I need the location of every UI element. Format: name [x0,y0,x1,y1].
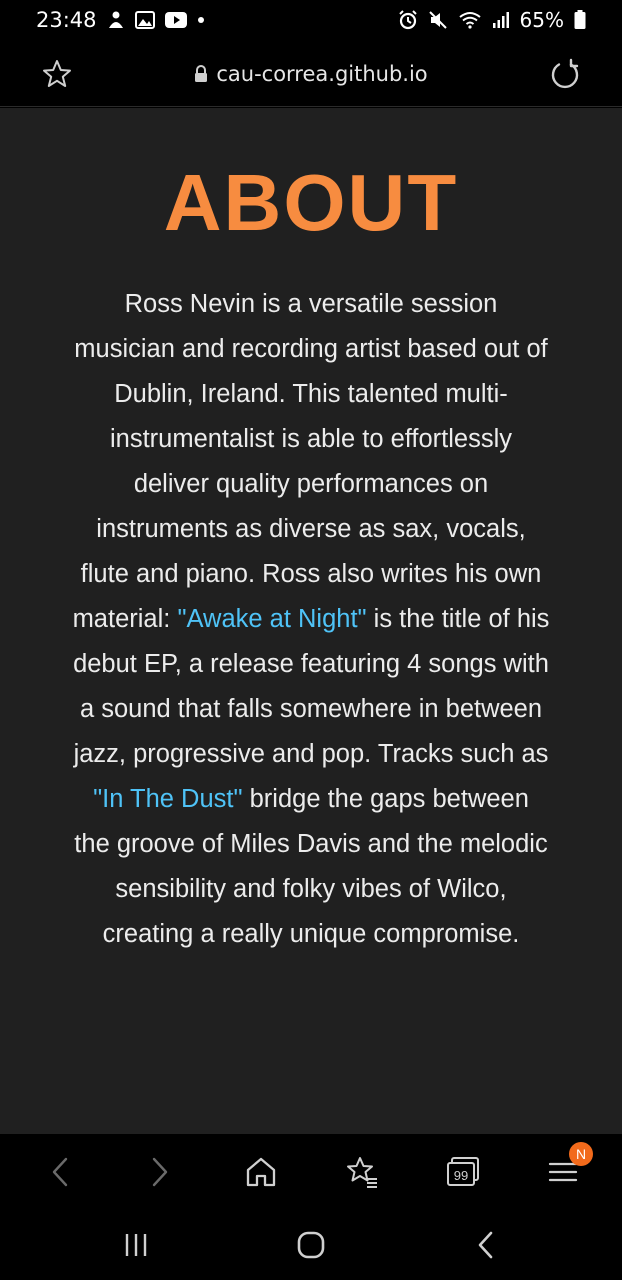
status-time: 23:48 [36,8,97,32]
url-text: cau-correa.github.io [216,61,428,86]
youtube-icon [164,12,187,28]
alarm-icon [398,10,418,30]
status-bar: 23:48 65% [0,0,622,40]
reload-icon[interactable] [548,57,582,91]
about-text-1: Ross Nevin is a versatile session musici… [72,290,548,633]
system-back-icon[interactable] [468,1227,504,1263]
home-button-icon[interactable] [293,1227,329,1263]
lock-icon [194,64,208,83]
battery-icon [574,10,586,30]
about-heading: ABOUT [163,158,459,247]
mute-icon [428,10,448,30]
address-bar[interactable]: cau-correa.github.io [0,40,622,107]
dot-icon [197,16,205,24]
person-notification-icon [107,10,125,30]
about-paragraph: Ross Nevin is a versatile session musici… [72,282,550,957]
phone-screen: 23:48 65% cau-correa.github.io ABOUT Ros… [0,0,622,1280]
tabs-count: 99 [454,1168,468,1183]
browser-toolbar: cau-correa.github.io [0,40,622,107]
back-arrow-icon[interactable] [40,1152,80,1192]
menu-icon[interactable]: N [543,1142,593,1192]
in-the-dust-link[interactable]: "In The Dust" [93,785,242,813]
signal-icon [492,11,510,29]
wifi-icon [458,10,482,30]
menu-notification-badge: N [569,1142,593,1166]
tabs-icon[interactable]: 99 [443,1152,483,1192]
page-content: ABOUT Ross Nevin is a versatile session … [0,108,622,1134]
battery-percent: 65% [519,8,564,32]
system-navigation-bar [0,1210,622,1280]
bookmarks-icon[interactable] [342,1152,382,1192]
forward-arrow-icon[interactable] [140,1152,180,1192]
status-left: 23:48 [36,8,205,32]
home-icon[interactable] [241,1152,281,1192]
image-icon [134,11,155,29]
browser-bottom-nav: 99 N [0,1134,622,1210]
recents-icon[interactable] [118,1227,154,1263]
status-right: 65% [398,8,586,32]
awake-at-night-link[interactable]: "Awake at Night" [177,605,366,633]
